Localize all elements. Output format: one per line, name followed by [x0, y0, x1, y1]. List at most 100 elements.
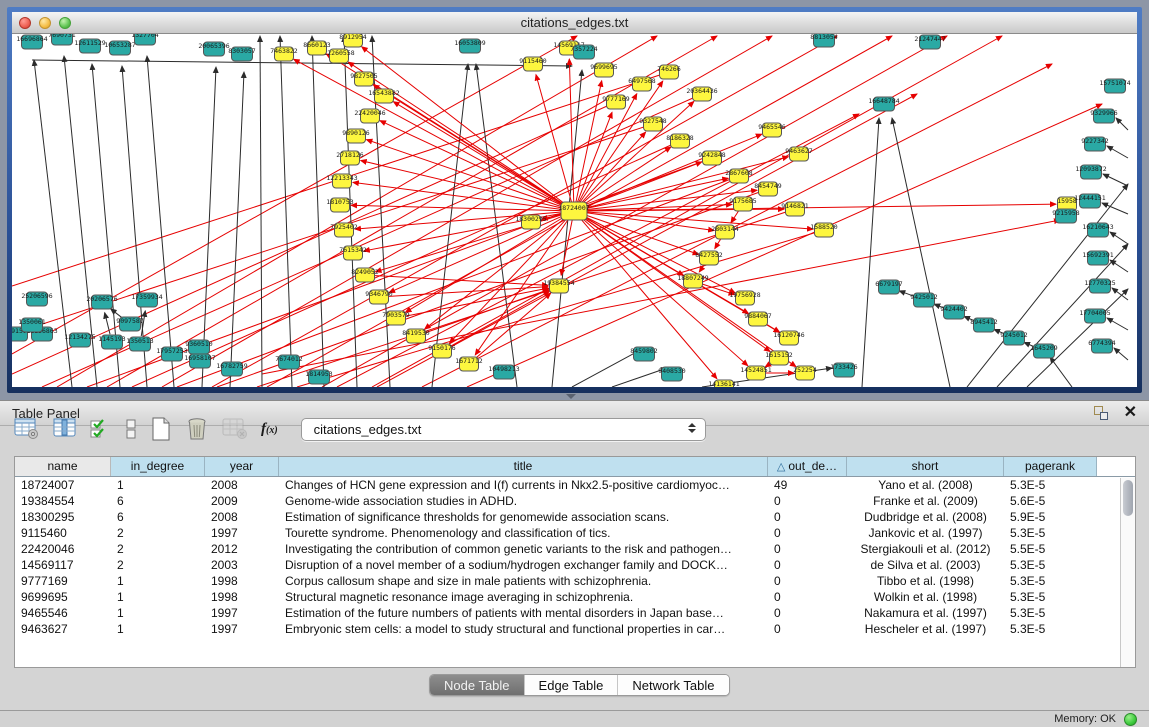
split-pane-handle[interactable]	[566, 394, 576, 399]
table-row[interactable]: 2242004622012Investigating the contribut…	[15, 541, 1135, 557]
table-mode-button[interactable]	[14, 418, 40, 440]
table-cell[interactable]: 2009	[205, 493, 279, 509]
table-cell[interactable]: Stergiakouli et al. (2012)	[847, 541, 1004, 557]
table-row[interactable]: 1872400712008Changes of HCN gene express…	[15, 477, 1135, 493]
table-cell[interactable]: 2008	[205, 477, 279, 493]
table-row[interactable]: 1830029562008Estimation of significance …	[15, 509, 1135, 525]
table-cell[interactable]: 0	[768, 541, 847, 557]
table-cell[interactable]: Hescheler et al. (1997)	[847, 621, 1004, 637]
table-cell[interactable]: Investigating the contribution of common…	[279, 541, 768, 557]
table-cell[interactable]: 5.3E-5	[1004, 621, 1097, 637]
table-cell[interactable]: 2012	[205, 541, 279, 557]
table-cell[interactable]: 9465546	[15, 605, 111, 621]
close-panel-icon[interactable]: ✕	[1124, 406, 1137, 420]
table-cell[interactable]: Nakamura et al. (1997)	[847, 605, 1004, 621]
table-cell[interactable]: Changes of HCN gene expression and I(f) …	[279, 477, 768, 493]
tab-edge-table[interactable]: Edge Table	[525, 675, 619, 695]
table-row[interactable]: 1938455462009Genome-wide association stu…	[15, 493, 1135, 509]
table-cell[interactable]: 5.3E-5	[1004, 525, 1097, 541]
table-cell[interactable]: 0	[768, 621, 847, 637]
tab-node-table[interactable]: Node Table	[430, 675, 525, 695]
column-header-out_de[interactable]: △out_de…	[768, 457, 847, 476]
table-cell[interactable]: 1	[111, 605, 205, 621]
show-columns-button[interactable]	[53, 418, 77, 440]
table-cell[interactable]: Disruption of a novel member of a sodium…	[279, 557, 768, 573]
table-cell[interactable]: 5.5E-5	[1004, 541, 1097, 557]
delete-column-button[interactable]	[185, 417, 209, 441]
table-cell[interactable]: 49	[768, 477, 847, 493]
table-cell[interactable]: Franke et al. (2009)	[847, 493, 1004, 509]
table-row[interactable]: 946554611997Estimation of the future num…	[15, 605, 1135, 621]
table-cell[interactable]: 5.3E-5	[1004, 477, 1097, 493]
table-cell[interactable]: 5.3E-5	[1004, 605, 1097, 621]
table-cell[interactable]: 18300295	[15, 509, 111, 525]
delete-table-button[interactable]	[222, 418, 248, 440]
create-column-button[interactable]	[150, 417, 172, 441]
table-select-dropdown[interactable]: citations_edges.txt	[301, 418, 706, 441]
select-columns-button[interactable]	[90, 418, 112, 440]
column-header-pagerank[interactable]: pagerank	[1004, 457, 1097, 476]
table-cell[interactable]: 5.6E-5	[1004, 493, 1097, 509]
table-cell[interactable]: 9115460	[15, 525, 111, 541]
column-header-name[interactable]: name	[15, 457, 111, 476]
table-cell[interactable]: 2	[111, 557, 205, 573]
table-cell[interactable]: 2008	[205, 509, 279, 525]
table-cell[interactable]: 1997	[205, 621, 279, 637]
float-panel-icon[interactable]	[1094, 406, 1108, 420]
table-cell[interactable]: 2	[111, 525, 205, 541]
table-cell[interactable]: Genome-wide association studies in ADHD.	[279, 493, 768, 509]
tab-network-table[interactable]: Network Table	[618, 675, 728, 695]
network-graph[interactable]: 1872400722260558982750516543882224200469…	[12, 34, 1137, 387]
table-cell[interactable]: 2003	[205, 557, 279, 573]
table-cell[interactable]: Dudbridge et al. (2008)	[847, 509, 1004, 525]
table-cell[interactable]: 0	[768, 573, 847, 589]
table-cell[interactable]: 0	[768, 605, 847, 621]
table-cell[interactable]: Embryonic stem cells: a model to study s…	[279, 621, 768, 637]
table-cell[interactable]: 9699695	[15, 589, 111, 605]
function-builder-button[interactable]: f(x)	[261, 421, 278, 438]
table-cell[interactable]: 5.3E-5	[1004, 589, 1097, 605]
table-cell[interactable]: de Silva et al. (2003)	[847, 557, 1004, 573]
table-cell[interactable]: Tibbo et al. (1998)	[847, 573, 1004, 589]
table-cell[interactable]: 0	[768, 557, 847, 573]
table-cell[interactable]: 5.9E-5	[1004, 509, 1097, 525]
table-cell[interactable]: 9777169	[15, 573, 111, 589]
table-cell[interactable]: Corpus callosum shape and size in male p…	[279, 573, 768, 589]
table-cell[interactable]: 5.3E-5	[1004, 557, 1097, 573]
column-header-in_degree[interactable]: in_degree	[111, 457, 205, 476]
table-cell[interactable]: 1	[111, 621, 205, 637]
table-cell[interactable]: Jankovic et al. (1997)	[847, 525, 1004, 541]
table-cell[interactable]: 2	[111, 541, 205, 557]
network-window-titlebar[interactable]: citations_edges.txt	[12, 12, 1137, 34]
table-cell[interactable]: 19384554	[15, 493, 111, 509]
table-cell[interactable]: 14569117	[15, 557, 111, 573]
table-cell[interactable]: 6	[111, 493, 205, 509]
table-cell[interactable]: 1	[111, 477, 205, 493]
table-cell[interactable]: 0	[768, 589, 847, 605]
table-cell[interactable]: 1	[111, 589, 205, 605]
table-cell[interactable]: 0	[768, 525, 847, 541]
table-cell[interactable]: 1997	[205, 525, 279, 541]
table-cell[interactable]: 1998	[205, 573, 279, 589]
table-cell[interactable]: 0	[768, 493, 847, 509]
table-cell[interactable]: Wolkin et al. (1998)	[847, 589, 1004, 605]
column-header-year[interactable]: year	[205, 457, 279, 476]
row-height-button[interactable]	[125, 418, 137, 440]
table-cell[interactable]: Structural magnetic resonance image aver…	[279, 589, 768, 605]
table-cell[interactable]: 9463627	[15, 621, 111, 637]
table-cell[interactable]: 6	[111, 509, 205, 525]
table-cell[interactable]: 1998	[205, 589, 279, 605]
column-header-short[interactable]: short	[847, 457, 1004, 476]
table-cell[interactable]: Estimation of the future numbers of pati…	[279, 605, 768, 621]
table-scrollbar[interactable]	[1120, 478, 1135, 667]
table-cell[interactable]: Yano et al. (2008)	[847, 477, 1004, 493]
table-cell[interactable]: 1	[111, 573, 205, 589]
table-cell[interactable]: Estimation of significance thresholds fo…	[279, 509, 768, 525]
table-row[interactable]: 969969511998Structural magnetic resonanc…	[15, 589, 1135, 605]
table-cell[interactable]: 18724007	[15, 477, 111, 493]
table-cell[interactable]: 1997	[205, 605, 279, 621]
table-row[interactable]: 946362711997Embryonic stem cells: a mode…	[15, 621, 1135, 637]
table-row[interactable]: 1456911722003Disruption of a novel membe…	[15, 557, 1135, 573]
column-header-title[interactable]: title	[279, 457, 768, 476]
table-row[interactable]: 911546021997Tourette syndrome. Phenomeno…	[15, 525, 1135, 541]
